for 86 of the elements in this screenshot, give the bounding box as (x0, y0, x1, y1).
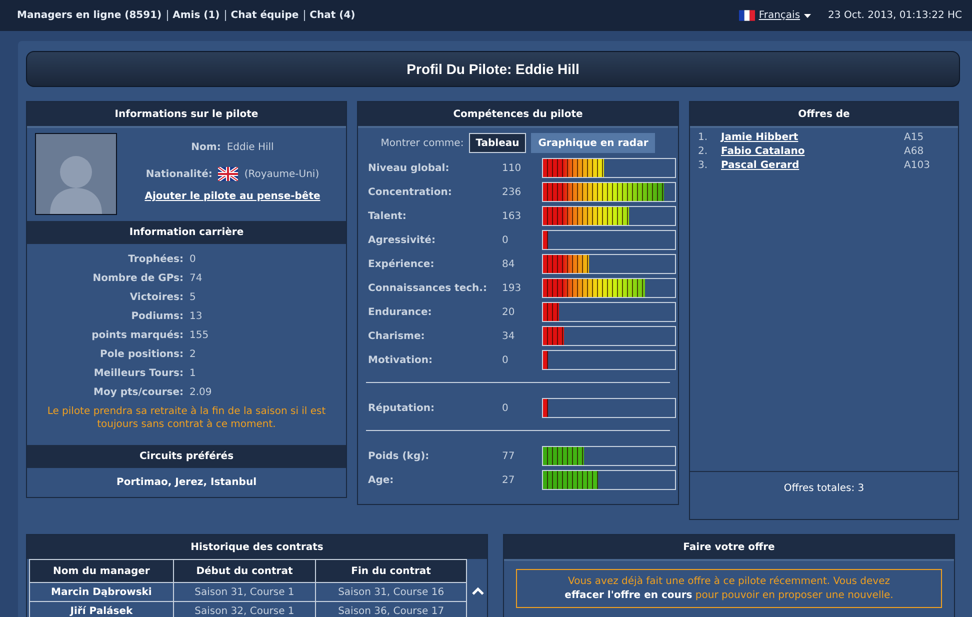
skill-label: Concentration: (368, 186, 453, 198)
section-heading: Information carrière (27, 221, 346, 244)
skill-value: 20 (502, 306, 516, 318)
offer-notice: Vous avez déjà fait une offre à ce pilote récemment. Vous devez effacer l'offre en cours pour pouvoir en proposer une nouvelle. (516, 569, 942, 608)
table-cell: Saison 31, Course 1 (173, 582, 316, 602)
stat-value: 5 (190, 292, 197, 303)
stat-value: 1 (190, 368, 197, 379)
view-tab[interactable]: Tableau (468, 133, 526, 153)
table-cell: Jiří Palásek (30, 602, 174, 617)
skill-label: Niveau global: (368, 162, 450, 174)
stat-value: 2.09 (190, 387, 213, 398)
top-nav-link[interactable]: Managers en ligne (8591) (17, 10, 162, 21)
skill-label: Endurance: (368, 306, 433, 318)
language-selector[interactable]: Français (738, 10, 812, 21)
league-code: A15 (904, 132, 925, 143)
panel-heading: Offres de (690, 102, 958, 128)
offer-rank: 3. (698, 160, 709, 171)
page-title: Profil Du Pilote: Eddie Hill (26, 51, 960, 87)
scroll-up-icon[interactable] (471, 586, 485, 596)
skill-value: 236 (502, 186, 522, 198)
panel-heading: Historique des contrats (27, 535, 487, 559)
driver-name: Eddie Hill (226, 142, 274, 153)
view-tab[interactable]: Graphique en radar (531, 133, 656, 153)
table-cell: Saison 31, Course 16 (316, 582, 467, 602)
manager-link[interactable]: Pascal Gerard (721, 160, 800, 171)
retirement-notice: Le pilote prendra sa retraite à la fin de la saison si il est toujours sans contrat à ce moment. (46, 406, 327, 431)
column-header: Début du contrat (173, 560, 316, 582)
top-nav-link[interactable]: Amis (1) (166, 10, 220, 21)
view-label: Montrer comme: (380, 138, 464, 148)
skill-value: 0 (502, 354, 510, 366)
favorite-tracks: Portimao, Jerez, Istanbul (116, 476, 258, 490)
skill-value: 110 (502, 162, 522, 174)
stat-label: Meilleurs Tours: (92, 368, 184, 379)
table-cell: Marcin Dąbrowski (30, 582, 174, 602)
skill-label: Connaissances tech.: (368, 282, 488, 294)
offers-total: Offres totales: 3 (782, 482, 866, 496)
stat-value: 74 (190, 273, 204, 284)
column-header: Fin du contrat (316, 560, 467, 582)
panel-heading: Faire votre offre (504, 535, 954, 561)
stat-value: 2 (190, 349, 197, 360)
skill-label: Poids (kg): (368, 450, 430, 462)
stat-label: Trophées: (127, 254, 184, 265)
skill-label: Age: (368, 474, 395, 486)
skill-label: Talent: (368, 210, 408, 222)
skill-value: 77 (502, 450, 516, 462)
stat-label: points marqués: (90, 330, 184, 341)
column-header: Nom du manager (30, 560, 174, 582)
skill-label: Motivation: (368, 354, 434, 366)
stat-label: Moy pts/course: (92, 387, 184, 398)
date-time: 23 Oct. 2013, 01:13:22 HC (828, 10, 962, 21)
flag-icon (738, 10, 755, 21)
field-label: Nom: (191, 142, 221, 153)
league-code: A103 (904, 160, 931, 171)
skill-value: 193 (502, 282, 522, 294)
nationality: (Royaume-Uni) (244, 168, 320, 180)
skill-label: Agressivité: (368, 234, 436, 246)
caret-icon (804, 14, 812, 18)
stat-label: Podiums: (130, 311, 184, 322)
manager-link[interactable]: Fabio Catalano (721, 146, 805, 157)
skill-label: Réputation: (368, 402, 436, 414)
stat-value: 155 (190, 330, 210, 341)
offer-rank: 1. (698, 132, 709, 143)
top-nav-link[interactable]: Chat équipe (224, 10, 299, 21)
stat-value: 0 (190, 254, 197, 265)
skill-value: 34 (502, 330, 516, 342)
stat-label: Pole positions: (99, 349, 184, 360)
skill-value: 0 (502, 234, 510, 246)
skill-value: 0 (502, 402, 510, 414)
top-nav-link[interactable]: Chat (4) (304, 10, 356, 21)
panel-heading: Informations sur le pilote (27, 102, 346, 128)
skill-label: Charisme: (368, 330, 426, 342)
panel-heading: Compétences du pilote (358, 102, 678, 128)
skill-value: 163 (502, 210, 522, 222)
stat-value: 13 (190, 311, 204, 322)
stat-label: Nombre de GPs: (92, 273, 184, 284)
section-heading: Circuits préférés (27, 445, 346, 468)
manager-link[interactable]: Jamie Hibbert (721, 132, 798, 143)
stat-label: Victoires: (128, 292, 184, 303)
flag-icon (218, 167, 238, 181)
skill-value: 27 (502, 474, 516, 486)
watchlist-link[interactable]: Ajouter le pilote au pense-bête (144, 191, 320, 202)
league-code: A68 (904, 146, 925, 157)
offer-rank: 2. (698, 146, 709, 157)
field-label: Nationalité: (146, 168, 212, 180)
skill-label: Expérience: (368, 258, 436, 270)
skill-value: 84 (502, 258, 516, 270)
